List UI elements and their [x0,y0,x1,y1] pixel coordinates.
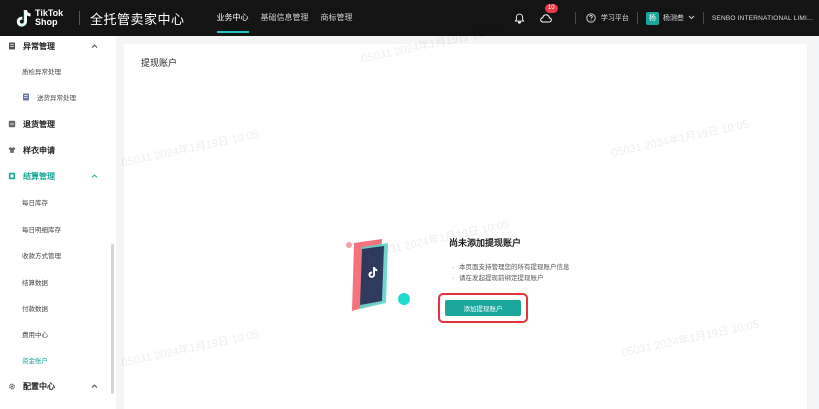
sidebar-item-fund-account[interactable]: 资金账户 [0,353,112,367]
sidebar-item-settlement-data[interactable]: 结算数据 [0,275,112,289]
help-label: 学习平台 [600,15,629,22]
shirt-icon [8,146,16,154]
help-center-link[interactable]: 学习平台 [584,11,629,25]
tiktok-shop-logo[interactable]: TikTok Shop [14,0,71,36]
sidebar-item-fee-center[interactable]: 费用中心 [0,327,112,341]
sidebar-group-sample[interactable]: 样衣申请 [0,142,112,158]
tiktok-logo-icon [14,8,32,28]
logo-text: TikTok Shop [35,8,64,27]
main-panel: 提现账户 尚未添加提现账户 本页面支持管理您的所有提现账户信息 请在发起提现前绑… [124,44,807,409]
user-name: 杨测叁 [662,15,684,22]
chevron-up-icon [91,382,98,391]
chevron-down-icon [688,15,695,22]
add-withdrawal-account-button[interactable]: 添加提现账户 [445,300,521,316]
sidebar-item-label: 每日库存 [22,200,48,207]
empty-state-title: 尚未添加提现账户 [449,238,522,248]
nav-tab-basic-info[interactable]: 基础信息管理 [255,0,315,36]
bell-icon[interactable] [513,11,527,25]
sidebar-item-label: 费用中心 [22,332,48,339]
sidebar-group-label: 结算管理 [23,171,55,181]
top-nav: 业务中心 基础信息管理 商标管理 [211,0,359,36]
chevron-up-icon [91,172,98,181]
page-title: 提现账户 [141,58,178,68]
sidebar-item-delivery-exception[interactable]: 送货异常处理 [0,90,112,104]
user-menu[interactable]: 杨 杨测叁 [645,11,695,25]
sidebar-item-label: 收款方式管理 [22,253,61,260]
sidebar-item-daily-detail-inventory[interactable]: 每日明细库存 [0,222,112,236]
document-icon [22,93,30,101]
app-title: 全托管卖家中心 [90,11,185,27]
sidebar-item-label: 送货异常处理 [37,95,76,102]
notification-badge: 10 [544,4,558,13]
company-name[interactable]: SENBO INTERNATIONAL LIMI... [712,15,813,22]
empty-state-illustration [344,237,410,317]
sidebar-group-label: 配置中心 [23,381,55,391]
highlight-box: 添加提现账户 [438,293,528,323]
sidebar-item-payment-methods[interactable]: 收款方式管理 [0,248,112,262]
sidebar-item-quality-exception[interactable]: 质检异常处理 [0,64,112,78]
sidebar-group-settlement[interactable]: 结算管理 [0,168,112,184]
avatar: 杨 [645,11,659,25]
sidebar: 异常管理 质检异常处理 送货异常处理 退货管理 样衣申请 结算管理 每日库存 每… [0,36,116,409]
header-separator [636,12,638,24]
sidebar-group-label: 异常管理 [23,41,55,51]
notification-cloud-icon[interactable]: 10 [539,4,558,25]
sidebar-item-label: 质检异常处理 [22,69,61,76]
empty-note: 请在发起提现前绑定提现账户 [452,273,570,284]
sidebar-group-config[interactable]: 配置中心 [0,378,112,394]
empty-state-notes: 本页面支持管理您的所有提现账户信息 请在发起提现前绑定提现账户 [452,262,570,284]
sidebar-group-label: 样衣申请 [23,145,55,155]
nav-tab-trademark[interactable]: 商标管理 [315,0,359,36]
header-tools: 10 学习平台 杨 杨测叁 SENBO INTERNATIONAL LIMI..… [513,0,819,36]
chevron-up-icon [91,42,98,51]
return-icon [8,120,16,128]
sidebar-group-returns[interactable]: 退货管理 [0,116,112,132]
settlement-icon [8,172,16,180]
question-icon [584,11,598,25]
sidebar-item-label: 结算数据 [22,280,48,287]
sidebar-item-label: 付款数据 [22,306,48,313]
top-bar: TikTok Shop 全托管卖家中心 业务中心 基础信息管理 商标管理 10 … [0,0,819,36]
sidebar-item-label: 资金账户 [22,358,48,365]
sidebar-item-label: 每日明细库存 [22,227,61,234]
header-separator [574,12,576,24]
sidebar-scrollbar[interactable] [111,244,114,394]
gear-icon [8,382,16,390]
header-divider [79,11,80,25]
nav-tab-business-center[interactable]: 业务中心 [211,0,255,36]
sidebar-group-label: 退货管理 [23,119,55,129]
header-separator [702,12,704,24]
sidebar-item-daily-inventory[interactable]: 每日库存 [0,195,112,209]
document-icon [8,42,16,50]
sidebar-item-payment-data[interactable]: 付款数据 [0,301,112,315]
empty-note: 本页面支持管理您的所有提现账户信息 [452,262,570,273]
sidebar-group-exception[interactable]: 异常管理 [0,38,112,54]
